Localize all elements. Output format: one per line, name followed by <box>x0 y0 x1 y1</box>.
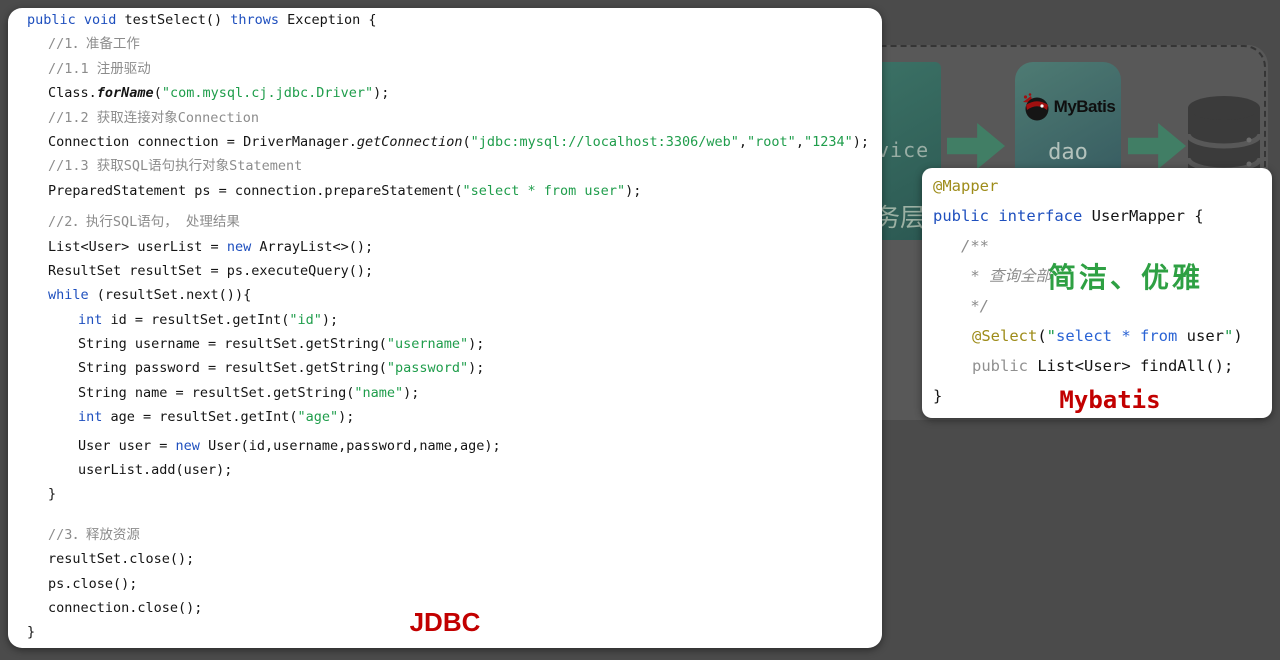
code-line: //3．释放资源 <box>8 523 882 547</box>
code-line: //2．执行SQL语句， 处理结果 <box>8 210 882 234</box>
mybatis-label: Mybatis <box>922 386 1272 414</box>
code-line: //1.2 获取连接对象Connection <box>8 106 882 130</box>
code-line: @Select("select * from user") <box>922 321 1272 351</box>
jdbc-label: JDBC <box>8 607 882 638</box>
code-line: Connection connection = DriverManager.ge… <box>8 130 882 154</box>
dao-box-label: dao <box>1015 140 1121 165</box>
mybatis-code-panel: @Mapperpublic interface UserMapper {/** … <box>922 168 1272 418</box>
code-line: while (resultSet.next()){ <box>8 283 882 307</box>
code-line: @Mapper <box>922 171 1272 201</box>
code-line: User user = new User(id,username,passwor… <box>8 434 882 458</box>
mybatis-logo: MyBatis <box>1015 92 1121 122</box>
code-line: userList.add(user); <box>8 458 882 482</box>
code-line: resultSet.close(); <box>8 547 882 571</box>
code-line: String username = resultSet.getString("u… <box>8 332 882 356</box>
code-line: public void testSelect() throws Exceptio… <box>8 8 882 32</box>
service-box-label-cn: 务层 <box>875 198 925 234</box>
code-line: PreparedStatement ps = connection.prepar… <box>8 179 882 203</box>
code-line: //1．准备工作 <box>8 32 882 56</box>
decor-annotation-text: 简洁、优雅 <box>1048 256 1203 296</box>
code-line: String name = resultSet.getString("name"… <box>8 381 882 405</box>
code-line: String password = resultSet.getString("p… <box>8 356 882 380</box>
code-line: ps.close(); <box>8 572 882 596</box>
mybatis-bird-icon <box>1021 92 1051 122</box>
mybatis-logo-text: MyBatis <box>1054 97 1116 117</box>
code-line: public interface UserMapper { <box>922 201 1272 231</box>
code-line: ResultSet resultSet = ps.executeQuery(); <box>8 259 882 283</box>
code-line: List<User> userList = new ArrayList<>(); <box>8 235 882 259</box>
code-line: //1.3 获取SQL语句执行对象Statement <box>8 154 882 178</box>
jdbc-code-panel: public void testSelect() throws Exceptio… <box>8 8 882 648</box>
service-box-label: vice <box>877 138 929 162</box>
code-line: } <box>8 482 882 506</box>
slide: vice 务层 MyBatis dao public void testSele… <box>0 0 1280 660</box>
code-line: int age = resultSet.getInt("age"); <box>8 405 882 429</box>
jdbc-code: public void testSelect() throws Exceptio… <box>8 8 882 645</box>
code-line: Class.forName("com.mysql.cj.jdbc.Driver"… <box>8 81 882 105</box>
code-line: public List<User> findAll(); <box>922 351 1272 381</box>
code-line: int id = resultSet.getInt("id"); <box>8 308 882 332</box>
code-line: //1.1 注册驱动 <box>8 57 882 81</box>
